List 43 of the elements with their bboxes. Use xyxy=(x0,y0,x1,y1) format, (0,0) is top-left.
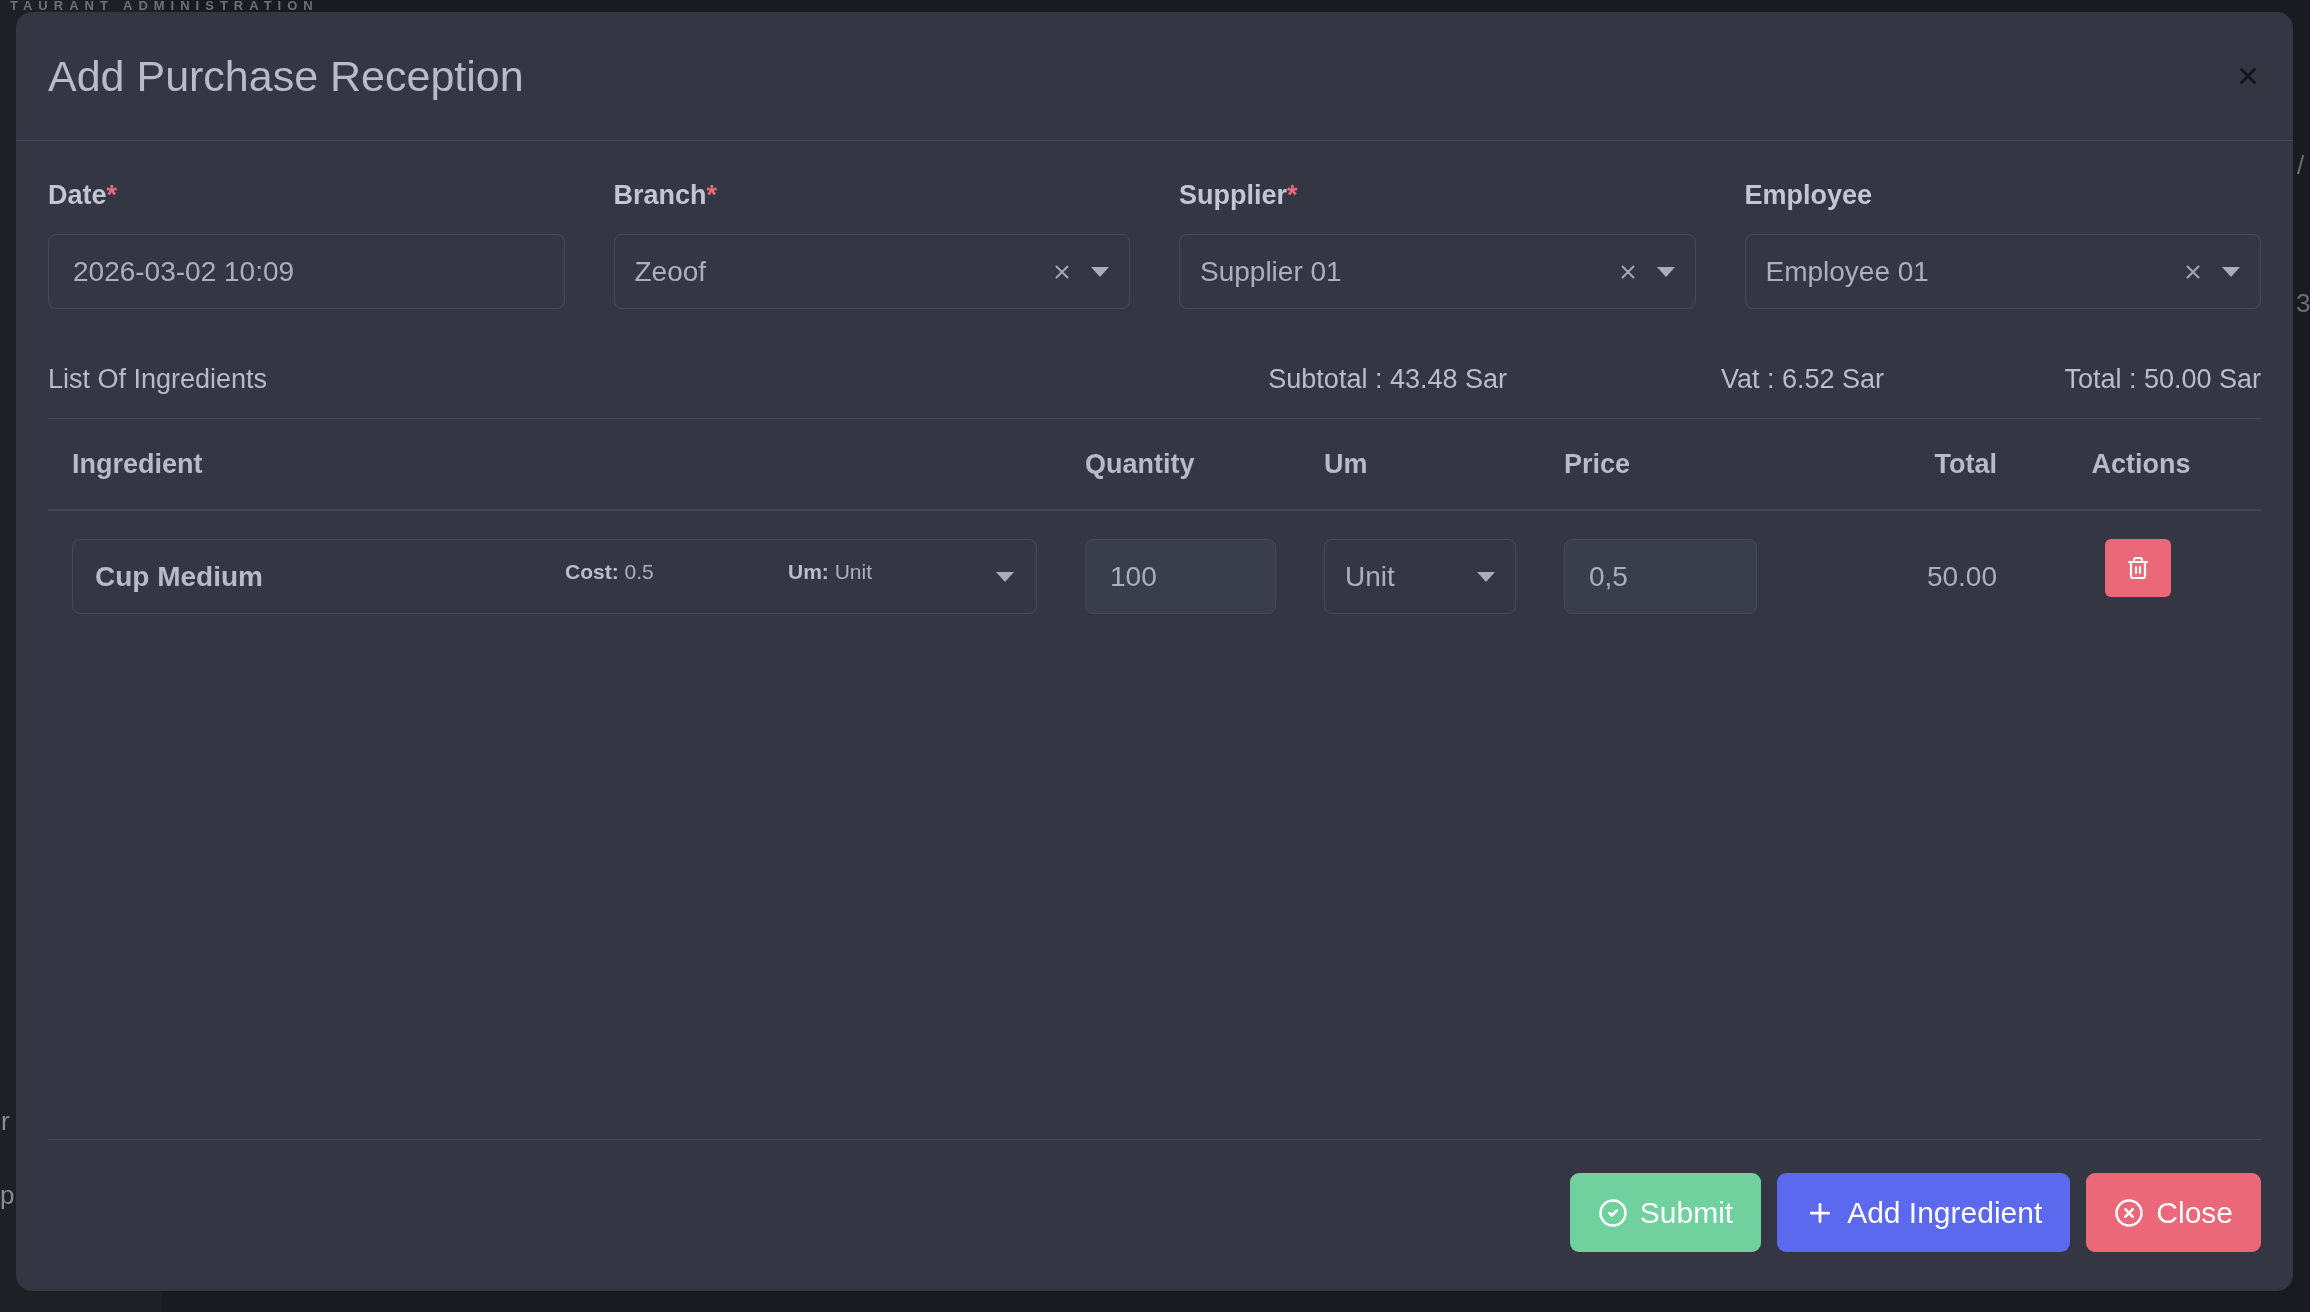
column-header: Price xyxy=(1563,448,1632,480)
column-header: Ingredient xyxy=(71,448,204,480)
total-text: Vat : 6.52 Sar xyxy=(1719,363,1884,395)
field-label: Employee xyxy=(1744,179,1873,212)
background-heading: TAURANT ADMINISTRATION xyxy=(10,0,319,12)
column-header: Total xyxy=(1933,448,1998,480)
unit-text: Um: Unit xyxy=(788,559,873,584)
field-label: Branch* xyxy=(613,179,718,212)
close-circle-icon xyxy=(2114,1197,2145,1228)
field-label: Supplier* xyxy=(1179,179,1298,212)
trash-icon xyxy=(2126,556,2150,580)
field-label: Date* xyxy=(48,179,118,212)
add-button[interactable]: Add Ingredient xyxy=(1777,1173,2071,1252)
quantity-field[interactable]: 100 xyxy=(1085,539,1276,614)
total-text: Subtotal : 43.48 Sar xyxy=(1267,363,1507,395)
caret-icon xyxy=(1091,266,1109,277)
section-title: List Of Ingredients xyxy=(48,363,269,395)
caret-icon xyxy=(1477,571,1495,582)
select-field[interactable]: Supplier 01 xyxy=(1179,234,1696,309)
column-header: Quantity xyxy=(1084,448,1196,480)
price-field[interactable]: 0,5 xyxy=(1564,539,1757,614)
date-field[interactable]: 2026-03-02 10:09 xyxy=(48,234,565,309)
close-button[interactable]: Close xyxy=(2086,1173,2261,1252)
column-header: Um xyxy=(1323,448,1369,480)
background-text: / xyxy=(2297,150,2305,180)
table-cell-text: 50.00 xyxy=(1926,560,1997,594)
caret-icon xyxy=(2222,266,2240,277)
background-text: p xyxy=(0,1180,15,1210)
select-field[interactable]: Zeoof xyxy=(613,234,1130,309)
caret-icon xyxy=(1656,266,1675,277)
caret-icon xyxy=(996,571,1014,582)
ingredient-name: Cup Medium xyxy=(95,560,263,593)
unit-select[interactable]: Unit xyxy=(1324,539,1516,614)
check-circle-icon xyxy=(1597,1197,1628,1228)
column-header: Actions xyxy=(2090,448,2192,480)
background-text: 3 xyxy=(2296,288,2310,318)
select-field[interactable]: Employee 01 xyxy=(1744,234,2261,309)
delete-button[interactable] xyxy=(2105,539,2171,597)
ingredient-select[interactable]: Cup Medium Cost: 0.5 Um: Unit xyxy=(72,539,1037,614)
cost-text: Cost: 0.5 xyxy=(565,559,654,584)
total-text: Total : 50.00 Sar xyxy=(2063,363,2261,395)
background-text: r xyxy=(1,1106,10,1136)
dialog-title: Add Purchase Reception xyxy=(48,51,524,101)
